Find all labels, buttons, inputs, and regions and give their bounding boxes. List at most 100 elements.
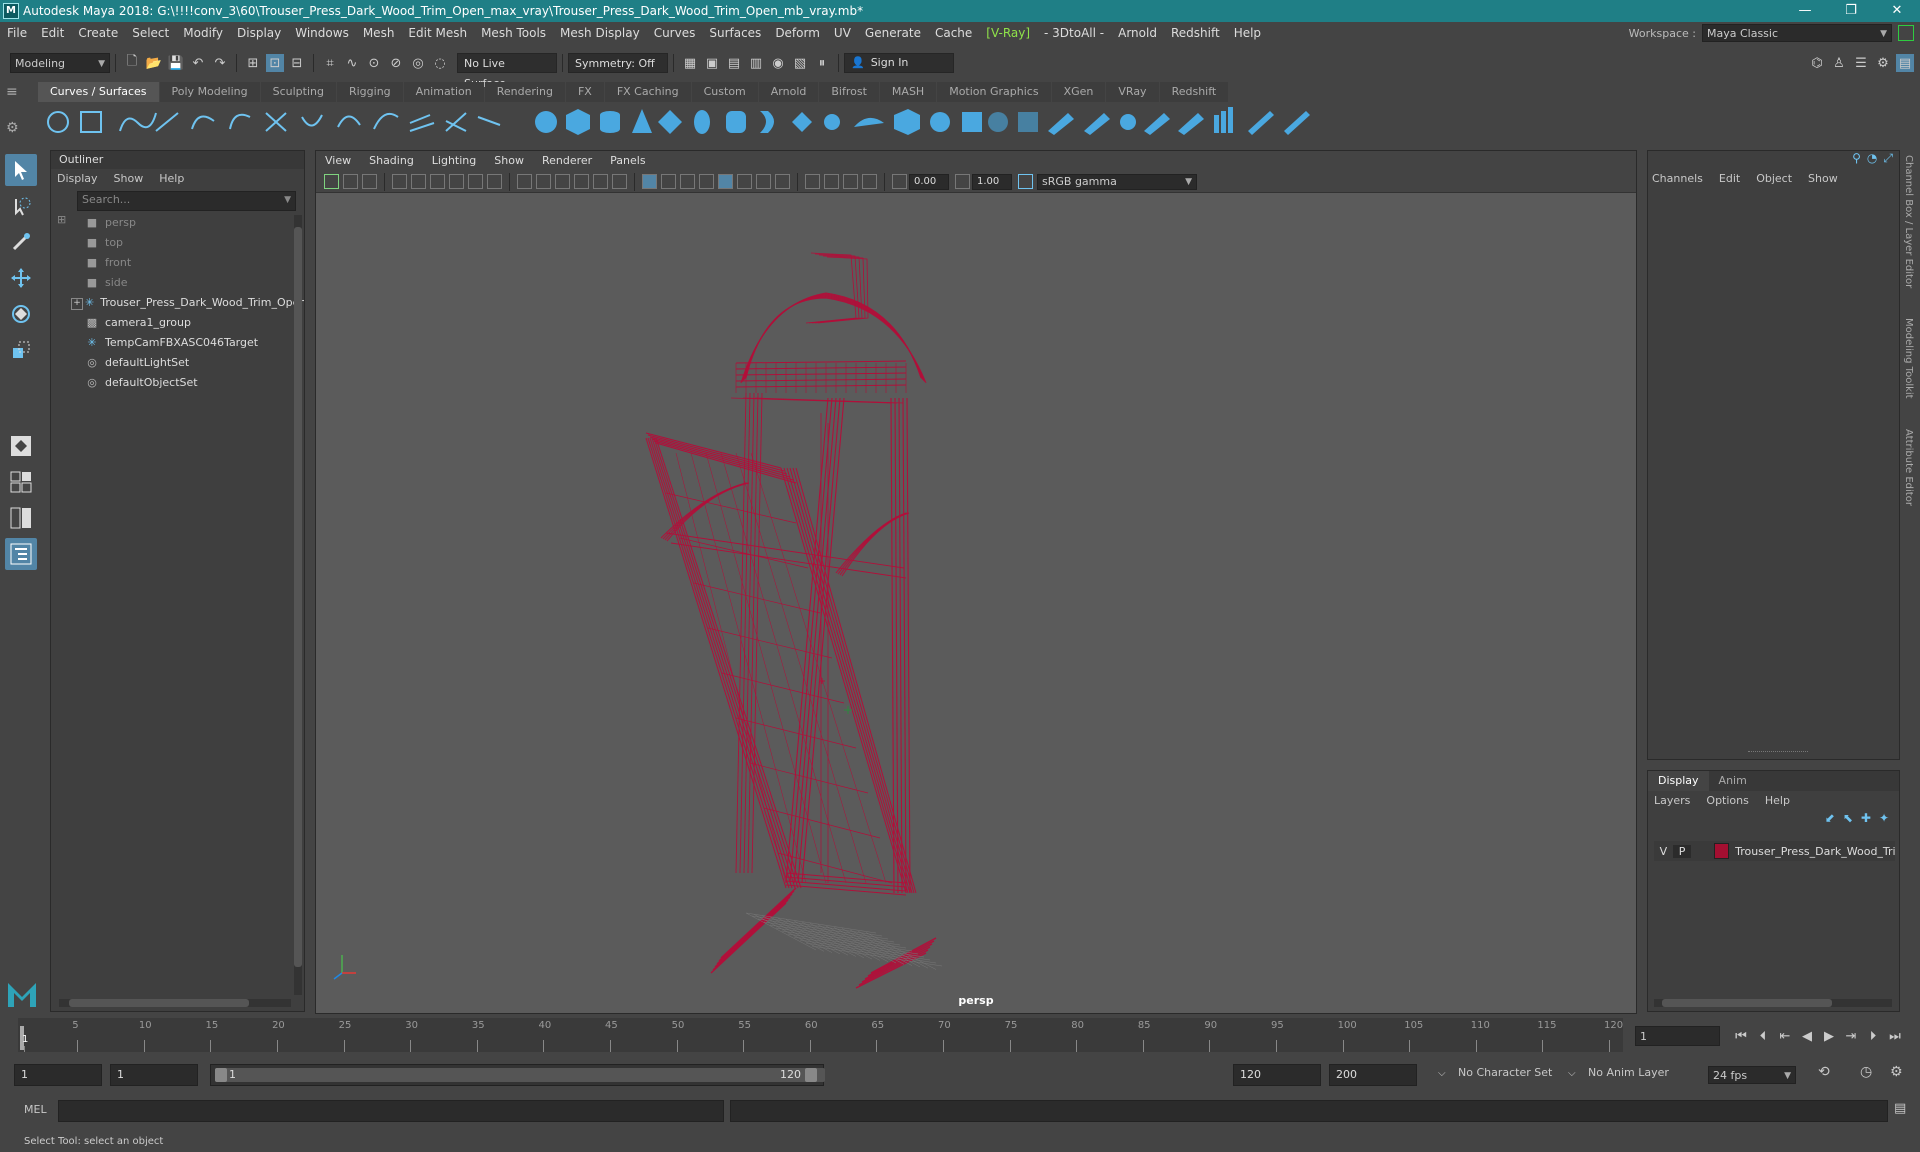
snap-plane-icon[interactable]: ◌ bbox=[431, 54, 449, 72]
new-layer-selected-icon[interactable]: ✦ bbox=[1879, 811, 1889, 833]
outliner-item[interactable]: ■ top bbox=[51, 233, 304, 253]
shelf-tab-rigging[interactable]: Rigging bbox=[336, 82, 403, 102]
safe-action-icon[interactable] bbox=[536, 174, 551, 189]
layer-visibility-toggle[interactable]: V bbox=[1654, 845, 1673, 858]
wireframe-icon[interactable] bbox=[574, 174, 589, 189]
new-layer-icon[interactable]: ✚ bbox=[1861, 811, 1871, 833]
outliner-menu-help[interactable]: Help bbox=[159, 172, 184, 185]
channel-box-menu-show[interactable]: Show bbox=[1808, 172, 1838, 185]
layer-tab-display[interactable]: Display bbox=[1648, 771, 1709, 791]
attribute-editor-icon[interactable]: ☰ bbox=[1852, 54, 1870, 72]
command-input[interactable] bbox=[58, 1100, 724, 1122]
channel-box-icon[interactable]: ▤ bbox=[1896, 54, 1914, 72]
menu-edit[interactable]: Edit bbox=[34, 22, 71, 44]
outliner-item[interactable]: ◎ defaultLightSet bbox=[51, 353, 304, 373]
playback-start-field[interactable]: 1 bbox=[110, 1064, 198, 1086]
menu-help[interactable]: Help bbox=[1227, 22, 1268, 44]
layer-playback-toggle[interactable]: P bbox=[1672, 844, 1692, 858]
menu-mesh-tools[interactable]: Mesh Tools bbox=[474, 22, 553, 44]
shelf-tab-vray[interactable]: VRay bbox=[1106, 82, 1159, 102]
side-by-side-layout-icon[interactable] bbox=[5, 502, 37, 534]
shelf-tab-bifrost[interactable]: Bifrost bbox=[819, 82, 879, 102]
viewport-menu-renderer[interactable]: Renderer bbox=[533, 151, 601, 171]
shelf-tab-mash[interactable]: MASH bbox=[879, 82, 937, 102]
outliner-layout-icon[interactable] bbox=[5, 538, 37, 570]
field-chart-icon[interactable] bbox=[487, 174, 502, 189]
viewport-menu-view[interactable]: View bbox=[316, 151, 360, 171]
layer-tab-anim[interactable]: Anim bbox=[1709, 771, 1757, 791]
chevron-down-icon[interactable]: ▼ bbox=[284, 192, 291, 208]
menu-surfaces[interactable]: Surfaces bbox=[702, 22, 768, 44]
open-scene-icon[interactable]: 📂 bbox=[145, 54, 163, 72]
select-tool-icon[interactable] bbox=[5, 154, 37, 186]
lock-camera-icon[interactable] bbox=[411, 174, 426, 189]
isolate-select-icon[interactable] bbox=[805, 174, 820, 189]
anti-aliasing-icon[interactable] bbox=[756, 174, 771, 189]
anim-layer-dropdown[interactable]: No Anim Layer bbox=[1588, 1066, 1669, 1079]
shelf-tab-xgen[interactable]: XGen bbox=[1051, 82, 1106, 102]
channel-box-menu-channels[interactable]: Channels bbox=[1652, 172, 1703, 185]
tool-settings-icon[interactable]: ⚙ bbox=[1874, 54, 1892, 72]
snap-curve-icon[interactable]: ∿ bbox=[343, 54, 361, 72]
channel-box-toggle-icon[interactable]: ⚲ bbox=[1852, 151, 1861, 169]
outliner-item[interactable]: ■ persp bbox=[51, 213, 304, 233]
side-tab-attribute-editor[interactable]: Attribute Editor bbox=[1903, 429, 1914, 506]
menu-mesh[interactable]: Mesh bbox=[356, 22, 402, 44]
layer-menu-help[interactable]: Help bbox=[1765, 794, 1790, 807]
animation-end-field[interactable]: 200 bbox=[1329, 1064, 1417, 1086]
menu-deform[interactable]: Deform bbox=[768, 22, 827, 44]
image-plane-icon[interactable] bbox=[362, 174, 377, 189]
shelf-menu-icon[interactable]: ≡ ⚙ bbox=[6, 84, 30, 144]
anim-layer-icon[interactable]: ⌵ bbox=[1568, 1068, 1576, 1079]
outliner-item[interactable]: ✳ Trouser_Press_Dark_Wood_Trim_Open bbox=[51, 293, 304, 313]
shelf-tab-arnold[interactable]: Arnold bbox=[758, 82, 819, 102]
step-back-frame-icon[interactable]: ⇤ bbox=[1776, 1027, 1794, 1045]
character-set-dropdown[interactable]: No Character Set bbox=[1458, 1066, 1552, 1079]
hypershade-icon[interactable]: ◉ bbox=[769, 54, 787, 72]
script-editor-icon[interactable]: ▤ bbox=[1894, 1101, 1906, 1116]
move-layer-up-icon[interactable]: ⬋ bbox=[1825, 811, 1835, 833]
menu-mesh-display[interactable]: Mesh Display bbox=[553, 22, 647, 44]
play-forwards-icon[interactable]: ▶ bbox=[1820, 1027, 1838, 1045]
xray-joints-icon[interactable] bbox=[824, 174, 839, 189]
viewport-menu-lighting[interactable]: Lighting bbox=[423, 151, 485, 171]
outliner-search-input[interactable]: Search... ▼ bbox=[77, 191, 296, 211]
character-set-icon[interactable]: ⌵ bbox=[1438, 1068, 1446, 1079]
tool-settings-toggle-icon[interactable]: ⤢ bbox=[1883, 151, 1893, 169]
layer-menu-layers[interactable]: Layers bbox=[1654, 794, 1690, 807]
outliner-horizontal-scrollbar[interactable] bbox=[59, 999, 291, 1007]
outliner-menu-display[interactable]: Display bbox=[57, 172, 98, 185]
expand-toggle-icon[interactable]: + bbox=[71, 298, 83, 310]
film-gate-icon[interactable] bbox=[430, 174, 445, 189]
go-to-end-icon[interactable]: ⏭ bbox=[1886, 1027, 1904, 1045]
shelf-tab-animation[interactable]: Animation bbox=[403, 82, 484, 102]
menu-select[interactable]: Select bbox=[125, 22, 176, 44]
exposure-field[interactable]: 0.00 bbox=[909, 173, 949, 190]
menu-display[interactable]: Display bbox=[230, 22, 288, 44]
trouser-press-wireframe[interactable] bbox=[316, 193, 1636, 993]
modeling-toolkit-icon[interactable]: ⌬ bbox=[1808, 54, 1826, 72]
bookmark-icon[interactable] bbox=[343, 174, 358, 189]
shelf-tool-icons[interactable] bbox=[38, 103, 1398, 141]
panel-resize-handle[interactable] bbox=[1748, 751, 1808, 755]
menu-create[interactable]: Create bbox=[71, 22, 125, 44]
loop-icon[interactable]: ⟲ bbox=[1818, 1064, 1830, 1080]
rotate-tool-icon[interactable] bbox=[5, 298, 37, 330]
layer-color-swatch[interactable] bbox=[1714, 843, 1730, 859]
xray-components-icon[interactable] bbox=[843, 174, 858, 189]
shelf-tab-custom[interactable]: Custom bbox=[691, 82, 758, 102]
menu-modify[interactable]: Modify bbox=[176, 22, 230, 44]
channel-box-menu-object[interactable]: Object bbox=[1756, 172, 1792, 185]
gate-mask-icon[interactable] bbox=[468, 174, 483, 189]
render-view-icon[interactable]: ▧ bbox=[791, 54, 809, 72]
symmetry-dropdown[interactable]: Symmetry: Off bbox=[568, 53, 668, 73]
select-object-icon[interactable]: ⊡ bbox=[266, 54, 284, 72]
safe-title-icon[interactable] bbox=[555, 174, 570, 189]
live-surface-button[interactable]: No Live Surface bbox=[457, 53, 557, 90]
single-perspective-layout-icon[interactable] bbox=[5, 430, 37, 462]
use-lights-icon[interactable] bbox=[680, 174, 695, 189]
time-slider[interactable]: 1 5 10 15 20 25 30 35 40 45 50 55 60 65 70 75 80 85 90 95 1… bbox=[18, 1018, 1623, 1052]
outliner-item[interactable]: ▩ camera1_group bbox=[51, 313, 304, 333]
outliner-item[interactable]: ■ side bbox=[51, 273, 304, 293]
wireframe-on-shaded-icon[interactable] bbox=[612, 174, 627, 189]
